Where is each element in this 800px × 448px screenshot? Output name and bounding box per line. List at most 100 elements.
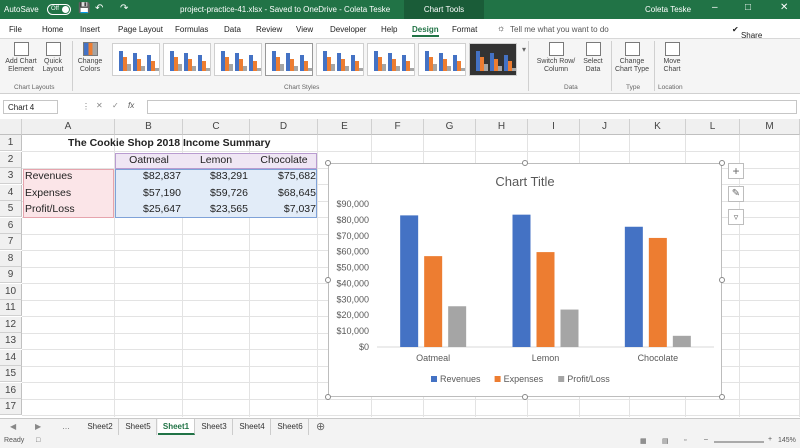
switch-row-column-button[interactable]: Switch Row/ Column bbox=[536, 42, 576, 74]
next-sheet-icon[interactable]: ▶ bbox=[35, 422, 41, 431]
row-header[interactable]: 10 bbox=[0, 283, 22, 300]
value-cell[interactable]: $23,565 bbox=[176, 201, 248, 217]
chart-style-thumbnail[interactable] bbox=[163, 43, 211, 76]
undo-icon[interactable]: ↶ bbox=[95, 3, 103, 14]
tab-developer[interactable]: Developer bbox=[330, 25, 366, 34]
column-header[interactable]: C bbox=[183, 119, 250, 135]
column-header[interactable]: L bbox=[686, 119, 740, 135]
new-sheet-icon[interactable]: ⊕ bbox=[316, 420, 325, 433]
row-header[interactable]: 13 bbox=[0, 333, 22, 349]
bar-lemon-expenses[interactable] bbox=[536, 252, 555, 347]
sheet-tab-sheet5[interactable]: Sheet5 bbox=[120, 419, 157, 435]
macro-record-icon[interactable]: □ bbox=[36, 437, 40, 444]
value-cell[interactable]: $59,726 bbox=[176, 185, 248, 201]
sheet-tab-sheet6[interactable]: Sheet6 bbox=[272, 419, 309, 435]
chart-filters-button[interactable]: ▿ bbox=[728, 209, 744, 225]
tab-page-layout[interactable]: Page Layout bbox=[118, 25, 163, 34]
enter-icon[interactable]: ✓ bbox=[112, 101, 119, 110]
row-header[interactable]: 17 bbox=[0, 399, 22, 415]
name-box[interactable]: Chart 4 bbox=[3, 100, 58, 114]
bar-oatmeal-revenues[interactable] bbox=[400, 215, 419, 347]
row-header[interactable]: 15 bbox=[0, 366, 22, 382]
restore-icon[interactable]: □ bbox=[745, 2, 751, 13]
zoom-level[interactable]: 145% bbox=[778, 437, 796, 444]
save-icon[interactable]: 💾 bbox=[78, 3, 90, 14]
add-chart-element-button[interactable]: Add Chart Element bbox=[3, 42, 39, 74]
quick-layout-button[interactable]: Quick Layout bbox=[39, 42, 67, 74]
column-header[interactable]: J bbox=[580, 119, 630, 135]
sheet-tab-sheet1[interactable]: Sheet1 bbox=[158, 419, 195, 435]
change-chart-type-button[interactable]: Change Chart Type bbox=[614, 42, 650, 74]
select-data-button[interactable]: Select Data bbox=[580, 42, 606, 74]
tab-review[interactable]: Review bbox=[256, 25, 282, 34]
zoom-in-icon[interactable]: + bbox=[768, 436, 772, 443]
zoom-out-icon[interactable]: – bbox=[704, 436, 708, 443]
tab-formulas[interactable]: Formulas bbox=[175, 25, 208, 34]
chart-style-thumbnail[interactable] bbox=[367, 43, 415, 76]
more-sheets-icon[interactable]: … bbox=[62, 422, 70, 431]
sheet-title[interactable]: The Cookie Shop 2018 Income Summary bbox=[68, 135, 270, 151]
tab-insert[interactable]: Insert bbox=[80, 25, 100, 34]
column-header[interactable]: B bbox=[115, 119, 183, 135]
column-label-cell[interactable]: Oatmeal bbox=[115, 152, 183, 168]
row-label-cell[interactable]: Expenses bbox=[25, 185, 71, 201]
column-header[interactable]: K bbox=[630, 119, 686, 135]
autosave-toggle[interactable]: Off bbox=[47, 4, 71, 15]
chart-style-thumbnail[interactable] bbox=[316, 43, 364, 76]
resize-handle[interactable] bbox=[325, 160, 331, 166]
chart-style-thumbnail[interactable] bbox=[265, 43, 313, 76]
cancel-icon[interactable]: ✕ bbox=[96, 101, 103, 110]
resize-handle[interactable] bbox=[325, 394, 331, 400]
column-header[interactable]: E bbox=[318, 119, 372, 135]
minimize-icon[interactable]: – bbox=[712, 2, 718, 13]
formula-input[interactable] bbox=[147, 100, 797, 114]
value-cell[interactable]: $83,291 bbox=[176, 168, 248, 184]
legend-label[interactable]: Profit/Loss bbox=[567, 374, 610, 384]
chart-styles-brush-button[interactable]: ✎ bbox=[728, 186, 744, 202]
row-header[interactable]: 14 bbox=[0, 349, 22, 366]
select-all-corner[interactable] bbox=[0, 119, 22, 135]
chart[interactable]: Chart Title $0 $10,000 $20,000 $30,000 $40,0… bbox=[328, 163, 722, 397]
column-header[interactable]: G bbox=[424, 119, 476, 135]
user-name[interactable]: Coleta Teske bbox=[645, 5, 691, 14]
chart-style-thumbnail[interactable] bbox=[469, 43, 517, 76]
column-label-cell[interactable]: Lemon bbox=[182, 152, 250, 168]
change-colors-button[interactable]: Change Colors bbox=[76, 42, 104, 74]
row-label-cell[interactable]: Revenues bbox=[25, 168, 72, 184]
tab-data[interactable]: Data bbox=[224, 25, 241, 34]
row-header[interactable]: 5 bbox=[0, 201, 22, 217]
row-header[interactable]: 12 bbox=[0, 316, 22, 333]
row-header[interactable]: 8 bbox=[0, 250, 22, 267]
row-header[interactable]: 6 bbox=[0, 217, 22, 234]
tab-view[interactable]: View bbox=[296, 25, 313, 34]
close-icon[interactable]: ✕ bbox=[780, 2, 788, 13]
value-cell[interactable]: $7,037 bbox=[244, 201, 316, 217]
bar-chocolate-expenses[interactable] bbox=[648, 237, 667, 347]
resize-handle[interactable] bbox=[719, 160, 725, 166]
fx-icon[interactable]: fx bbox=[128, 101, 134, 110]
redo-icon[interactable]: ↷ bbox=[120, 3, 128, 14]
tab-design[interactable]: Design bbox=[412, 25, 439, 37]
tab-format[interactable]: Format bbox=[452, 25, 477, 34]
value-cell[interactable]: $68,645 bbox=[244, 185, 316, 201]
value-cell[interactable]: $75,682 bbox=[244, 168, 316, 184]
gallery-more-icon[interactable]: ▾ bbox=[522, 45, 526, 54]
bar-lemon-revenues[interactable] bbox=[512, 214, 531, 347]
row-header[interactable]: 9 bbox=[0, 267, 22, 283]
row-header[interactable]: 16 bbox=[0, 382, 22, 399]
chart-style-thumbnail[interactable] bbox=[418, 43, 466, 76]
bar-oatmeal-profitloss[interactable] bbox=[448, 306, 467, 347]
row-header[interactable]: 11 bbox=[0, 300, 22, 316]
sheet-tab-sheet3[interactable]: Sheet3 bbox=[196, 419, 233, 435]
sheet-tab-sheet2[interactable]: Sheet2 bbox=[82, 419, 119, 435]
tell-me-search[interactable]: Tell me what you want to do bbox=[510, 25, 609, 34]
tab-home[interactable]: Home bbox=[42, 25, 63, 34]
column-header[interactable]: I bbox=[528, 119, 580, 135]
column-header[interactable]: M bbox=[740, 119, 800, 135]
column-header[interactable]: D bbox=[250, 119, 318, 135]
row-header[interactable]: 1 bbox=[0, 135, 22, 151]
prev-sheet-icon[interactable]: ◀ bbox=[10, 422, 16, 431]
row-header[interactable]: 4 bbox=[0, 184, 22, 201]
bar-chocolate-profitloss[interactable] bbox=[672, 335, 691, 347]
sheet-tab-sheet4[interactable]: Sheet4 bbox=[234, 419, 271, 435]
